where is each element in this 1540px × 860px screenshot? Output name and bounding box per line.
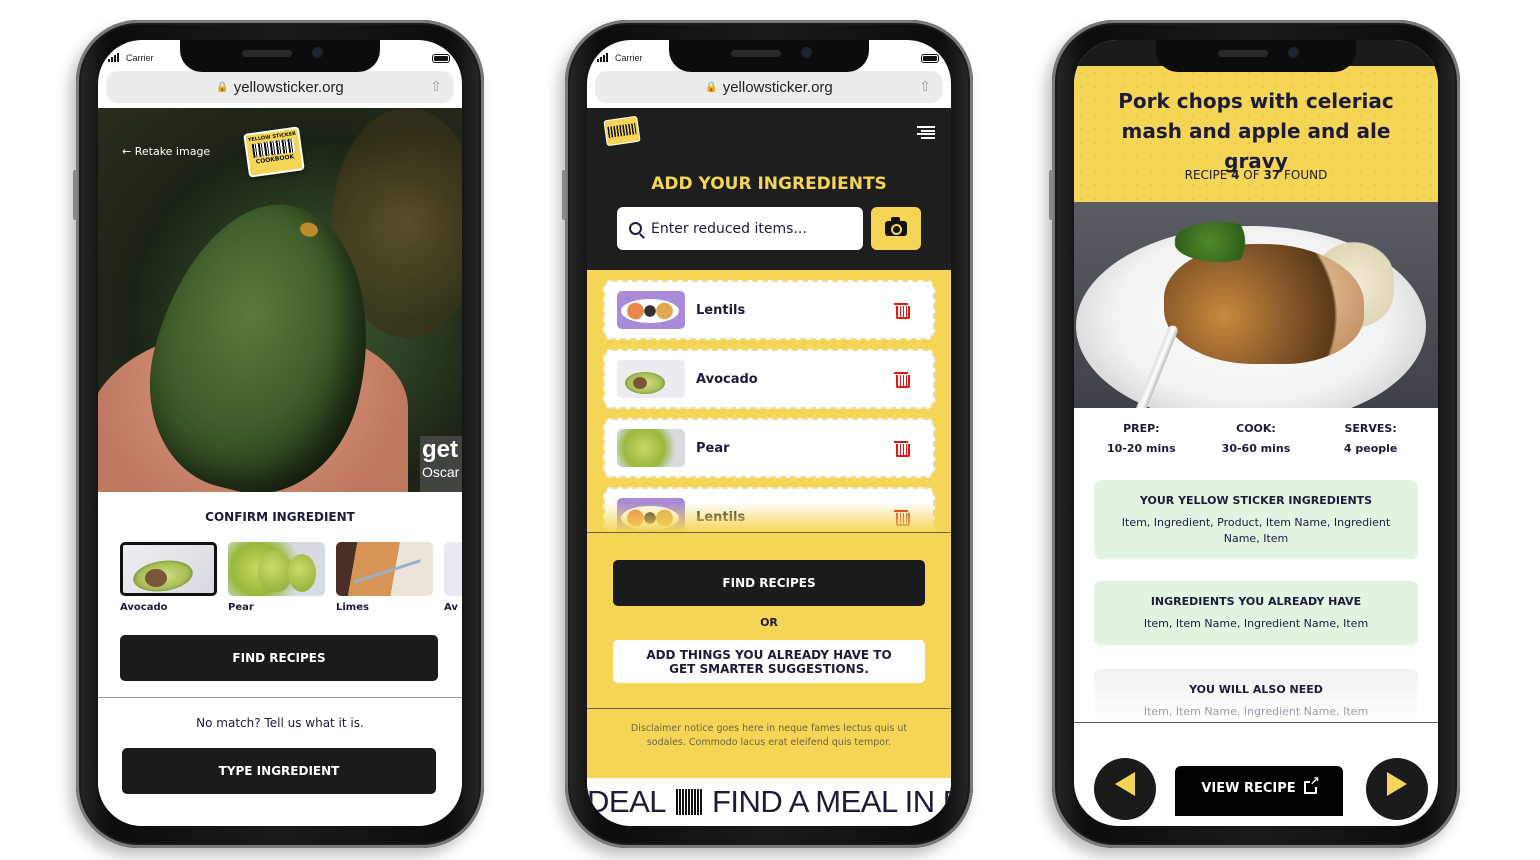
carrier-label: Carrier	[126, 53, 154, 63]
share-icon[interactable]: ⇧	[430, 78, 442, 95]
divider	[587, 708, 951, 709]
confirm-ingredient-title: CONFIRM INGREDIENT	[205, 510, 355, 524]
share-icon[interactable]: ⇧	[919, 78, 931, 95]
url-bar[interactable]: 🔒 yellowsticker.org ⇧	[595, 71, 943, 103]
ingredient-options: Avocado Pear Limes Av	[120, 542, 462, 613]
phone-confirm-ingredient: Carrier 🔒 yellowsticker.org ⇧ ← Retake i…	[73, 20, 484, 848]
find-recipes-button[interactable]: FIND RECIPES	[120, 635, 438, 681]
battery-icon	[432, 54, 450, 63]
yellow-sticker-ingredients-box: YOUR YELLOW STICKER INGREDIENTS Item, In…	[1094, 480, 1418, 559]
camera-photo: ← Retake image YELLOW STICKER COOKBOOK g…	[98, 108, 462, 492]
recipe-meta: PREP: 10-20 mins COOK: 30-60 mins SERVES…	[1074, 422, 1438, 455]
divider	[587, 532, 951, 533]
marquee-ticker: DEAL FIND A MEAL IN E	[587, 778, 951, 826]
url-bar[interactable]: 🔒 yellowsticker.org ⇧	[106, 71, 454, 103]
arrow-left-icon	[1115, 772, 1135, 796]
list-item: Lentils	[603, 280, 935, 340]
barcode-icon	[607, 123, 637, 138]
camera-icon	[885, 217, 907, 236]
photo-watermark: get Oscar	[420, 436, 462, 492]
also-need-box: YOU WILL ALSO NEED Item, Item Name, Ingr…	[1094, 669, 1418, 721]
already-have-box: INGREDIENTS YOU ALREADY HAVE Item, Item …	[1094, 581, 1418, 645]
notch	[1156, 40, 1356, 72]
recipe-count: RECIPE 4 OF 37 FOUND	[1184, 168, 1328, 182]
recipe-title: Pork chops with celeriac mash and apple …	[1118, 89, 1394, 173]
page-title: ADD YOUR INGREDIENTS	[651, 174, 887, 194]
avocado-thumbnail	[444, 542, 462, 596]
option-avocado-2[interactable]: Av	[444, 542, 462, 613]
trash-icon[interactable]	[894, 372, 910, 388]
serves: SERVES: 4 people	[1343, 422, 1398, 455]
recipe-photo	[1074, 202, 1438, 408]
yellow-sticker-logo: YELLOW STICKER COOKBOOK	[243, 126, 305, 178]
disclaimer-text: Disclaimer notice goes here in neque fam…	[630, 723, 908, 748]
phone-add-ingredients: Carrier 🔒 yellowsticker.org ⇧ ADD YOUR I…	[562, 20, 973, 848]
pear-thumbnail	[617, 429, 685, 467]
signal-icon	[597, 53, 608, 62]
notch	[669, 40, 869, 72]
battery-icon	[921, 54, 939, 63]
type-ingredient-button[interactable]: TYPE INGREDIENT	[122, 748, 436, 794]
ingredients-panel: Lentils Avocado Pear FIND RECIPES OR ADD…	[587, 270, 951, 778]
signal-icon	[108, 53, 119, 62]
option-limes[interactable]: Limes	[336, 542, 433, 613]
screen: Carrier 🔒 yellowsticker.org ⇧ ← Retake i…	[98, 40, 462, 826]
previous-recipe-button[interactable]	[1094, 758, 1156, 820]
list-item: Avocado	[603, 349, 935, 409]
limes-thumbnail	[336, 542, 433, 596]
retake-image-link[interactable]: ← Retake image	[122, 145, 210, 158]
menu-icon[interactable]	[917, 126, 935, 139]
view-recipe-button[interactable]: VIEW RECIPE	[1175, 766, 1343, 816]
url-text: yellowsticker.org	[233, 78, 344, 96]
list-item: Pear	[603, 418, 935, 478]
external-link-icon	[1303, 775, 1320, 794]
next-recipe-button[interactable]	[1366, 758, 1428, 820]
pear-thumbnail	[228, 542, 325, 596]
prep-time: PREP: 10-20 mins	[1107, 422, 1176, 455]
header: ADD YOUR INGREDIENTS	[587, 108, 951, 270]
option-avocado[interactable]: Avocado	[120, 542, 217, 613]
notch	[180, 40, 380, 72]
no-match-text: No match? Tell us what it is.	[196, 716, 364, 730]
barcode-icon	[675, 789, 702, 815]
carrier-label: Carrier	[615, 53, 643, 63]
divider	[98, 697, 462, 698]
avocado-thumbnail	[120, 542, 217, 596]
lentils-thumbnail	[617, 291, 685, 329]
arrow-left-icon: ←	[122, 145, 132, 158]
screen: Carrier 🔒 yellowsticker.org ⇧ ADD YOUR I…	[587, 40, 951, 826]
option-pear[interactable]: Pear	[228, 542, 325, 613]
divider	[1074, 722, 1438, 723]
avocado-thumbnail	[617, 360, 685, 398]
phone-recipe-detail: Pork chops with celeriac mash and apple …	[1049, 20, 1460, 848]
pork-chop-image	[1164, 244, 1364, 364]
search-icon	[629, 222, 642, 235]
lock-icon: 🔒	[216, 81, 229, 93]
search-input[interactable]	[651, 220, 841, 237]
ingredient-list[interactable]: Lentils Avocado Pear	[603, 280, 935, 532]
screen: Pork chops with celeriac mash and apple …	[1074, 40, 1438, 826]
arrow-right-icon	[1387, 772, 1407, 796]
cook-time: COOK: 30-60 mins	[1221, 422, 1291, 455]
yellow-sticker-logo[interactable]	[603, 115, 641, 147]
search-field[interactable]	[617, 207, 863, 250]
find-recipes-button[interactable]: FIND RECIPES	[613, 560, 925, 606]
add-things-you-have-button[interactable]: ADD THINGS YOU ALREADY HAVE TO GET SMART…	[613, 640, 925, 683]
camera-button[interactable]	[871, 207, 921, 250]
trash-icon[interactable]	[894, 441, 910, 457]
or-label: OR	[760, 616, 778, 629]
lock-icon: 🔒	[705, 81, 718, 93]
url-text: yellowsticker.org	[722, 78, 833, 96]
trash-icon[interactable]	[894, 303, 910, 319]
